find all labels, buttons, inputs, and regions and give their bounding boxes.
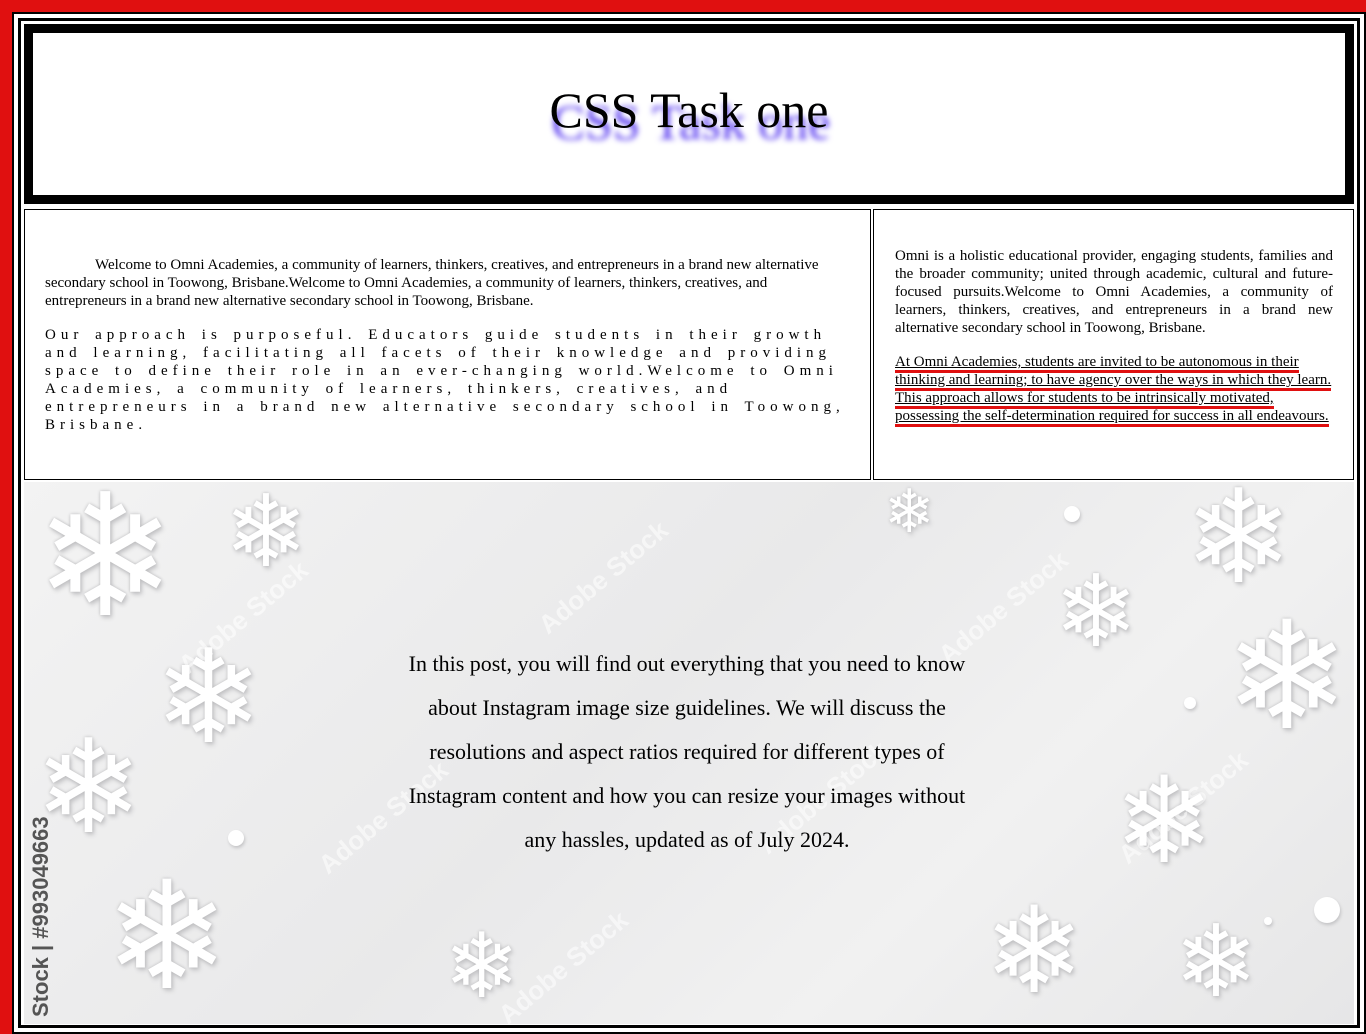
snow-dot [1184, 697, 1196, 709]
right-content-section: Omni is a holistic educational provider,… [873, 209, 1354, 480]
outer-black-border: CSS Task one Welcome to Omni Academies, … [12, 12, 1366, 1034]
agency-paragraph: At Omni Academies, students are invited … [895, 353, 1333, 425]
left-content-section: Welcome to Omni Academies, a community o… [24, 209, 871, 480]
about-paragraph: Omni is a holistic educational provider,… [895, 248, 1333, 336]
page-header: CSS Task one [24, 24, 1354, 204]
snowflake-icon: ❄ [884, 482, 935, 547]
snowflake-icon: ❄ [1174, 903, 1258, 1020]
snow-dot [228, 830, 244, 846]
agency-text: At Omni Academies, students are invited … [895, 354, 1332, 424]
snowflake-icon: ❄ [1184, 482, 1293, 613]
snow-dot [1064, 506, 1080, 522]
watermark-text: Adobe Stock [532, 514, 674, 640]
snowflake-icon: ❄ [1054, 553, 1138, 670]
snowflake-icon: ❄ [34, 482, 177, 656]
snowflake-icon: ❄ [104, 850, 230, 1024]
snowflake-icon: ❄ [984, 882, 1085, 1021]
outer-red-border: CSS Task one Welcome to Omni Academies, … [0, 0, 1366, 1034]
snowflake-icon: ❄ [1224, 590, 1350, 764]
stock-id-label: Stock | #993049663 [28, 816, 53, 1017]
snow-dot [1314, 897, 1340, 923]
intro-paragraph: Welcome to Omni Academies, a community o… [45, 257, 819, 309]
snowflake-banner: ❄ ❄ ❄ ❄ ❄ ❄ ❄ ❄ ❄ ❄ ❄ ❄ ❄ Adobe Stock Ad… [24, 482, 1354, 1024]
banner-text: In this post, you will find out everythi… [408, 651, 966, 852]
page-title: CSS Task one [549, 82, 829, 138]
snow-dot [1264, 917, 1272, 925]
page-container: CSS Task one Welcome to Omni Academies, … [18, 18, 1360, 1028]
approach-paragraph: Our approach is purposeful. Educators gu… [45, 327, 845, 433]
